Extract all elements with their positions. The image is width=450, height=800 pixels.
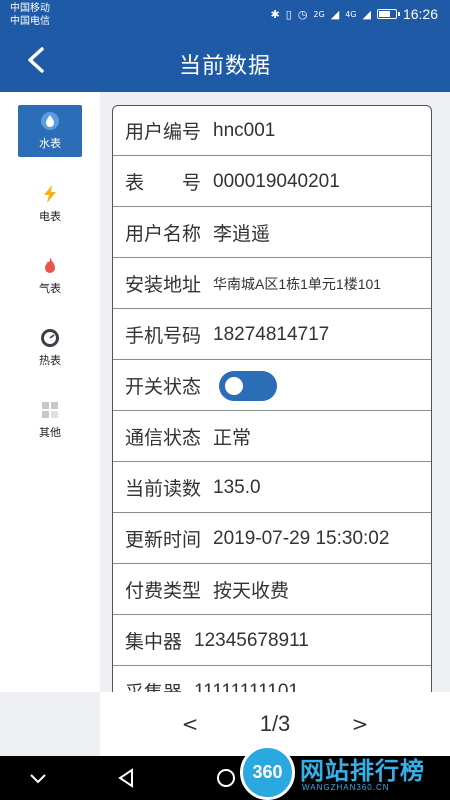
flame-icon	[45, 257, 55, 273]
sidebar-item-electric[interactable]: 电表	[18, 178, 82, 230]
sidebar-item-gas[interactable]: 气表	[18, 250, 82, 302]
row-value: 2019-07-29 15:30:02	[213, 527, 390, 549]
next-page-button[interactable]: >	[330, 712, 390, 736]
sidebar-item-label: 电表	[39, 210, 61, 223]
watermark-subtext: WANGZHAN360.CN	[302, 783, 390, 792]
clock: 16:26	[402, 6, 438, 22]
network-4g-label: 4G	[345, 9, 357, 19]
row-key: 集中器	[125, 631, 183, 653]
row-value: 000019040201	[213, 170, 340, 192]
detail-row: 更新时间 2019-07-29 15:30:02	[113, 514, 431, 564]
row-value: 135.0	[213, 476, 261, 498]
sidebar-item-label: 热表	[39, 354, 61, 367]
carrier-1: 中国移动	[10, 3, 50, 14]
meter-details-card: 用户编号 hnc001 表 号 000019040201 用户名称 李逍遥 安装…	[112, 105, 432, 705]
detail-row: 安装地址 华南城A区1栋1单元1楼101	[113, 259, 431, 309]
row-key: 手机号码	[125, 325, 202, 347]
lightning-icon	[44, 185, 56, 203]
status-icons: ✱ ▯ ◷ 2G ◢ 4G ◢ 16:26	[271, 6, 438, 22]
detail-row: 当前读数 135.0	[113, 463, 431, 513]
sidebar-item-label: 其他	[39, 426, 61, 439]
row-key: 表 号	[125, 172, 202, 194]
page-indicator: 1/3	[259, 711, 291, 736]
gauge-icon	[41, 329, 59, 347]
row-value: 华南城A区1栋1单元1楼101	[213, 275, 382, 292]
sidebar: 水表 电表 气表 热表 其他	[0, 92, 100, 692]
detail-row: 用户名称 李逍遥	[113, 208, 431, 258]
status-bar: 中国移动 中国电信 ✱ ▯ ◷ 2G ◢ 4G ◢ 16:26	[0, 0, 450, 30]
grid-icon	[42, 402, 58, 418]
content-area: 水表 电表 气表 热表 其他 用户编号 hnc001 表 号 000019040…	[0, 92, 450, 705]
row-value: 按天收费	[213, 581, 290, 602]
row-key: 付费类型	[125, 580, 202, 602]
nav-home-button[interactable]	[212, 764, 240, 792]
bluetooth-icon: ✱	[270, 7, 280, 21]
battery-icon	[376, 9, 400, 19]
row-value: 正常	[213, 428, 252, 449]
detail-row: 表 号 000019040201	[113, 157, 431, 207]
row-key: 通信状态	[125, 427, 202, 449]
sidebar-item-label: 气表	[39, 282, 61, 295]
signal-icon: ◢	[330, 7, 340, 21]
alarm-icon: ◷	[297, 7, 308, 21]
row-key: 当前读数	[125, 478, 202, 500]
carrier-info: 中国移动 中国电信	[10, 2, 50, 28]
chevron-down-icon	[30, 774, 46, 784]
sidebar-item-other[interactable]: 其他	[18, 394, 82, 446]
detail-row: 用户编号 hnc001	[113, 106, 431, 156]
watermark-text: 网站排行榜	[300, 757, 425, 785]
watermark: 360 网站排行榜 WANGZHAN360.CN	[240, 745, 450, 800]
row-value: 李逍遥	[213, 224, 271, 245]
detail-row: 手机号码 18274814717	[113, 310, 431, 360]
signal-icon-2: ◢	[362, 7, 371, 21]
switch-status-toggle[interactable]	[219, 370, 278, 401]
row-key: 开关状态	[125, 376, 202, 398]
carrier-2: 中国电信	[10, 16, 50, 27]
nav-down-button[interactable]	[24, 764, 52, 792]
row-key: 用户编号	[125, 121, 202, 143]
detail-row: 集中器 12345678911	[113, 616, 431, 666]
nav-back-button[interactable]	[112, 764, 140, 792]
sidebar-item-label: 水表	[39, 137, 61, 150]
row-value: 18274814717	[213, 323, 330, 345]
triangle-back-icon	[118, 768, 133, 788]
row-key: 用户名称	[125, 223, 202, 245]
vibrate-icon: ▯	[285, 7, 292, 21]
network-2g-label: 2G	[313, 9, 325, 19]
water-drop-icon	[41, 112, 59, 130]
sidebar-item-water[interactable]: 水表	[18, 105, 82, 157]
row-value: hnc001	[213, 119, 276, 141]
prev-page-button[interactable]: <	[160, 712, 220, 736]
toggle-knob	[222, 373, 247, 398]
page-title: 当前数据	[178, 54, 271, 79]
app-bar: 当前数据	[0, 30, 450, 92]
sidebar-item-heat[interactable]: 热表	[18, 322, 82, 374]
watermark-badge: 360	[240, 745, 295, 800]
row-key: 安装地址	[125, 274, 202, 296]
row-key: 更新时间	[125, 529, 202, 551]
detail-row: 付费类型 按天收费	[113, 565, 431, 615]
detail-row: 开关状态	[113, 361, 431, 411]
row-value: 12345678911	[194, 629, 309, 651]
circle-home-icon	[217, 769, 235, 787]
detail-row: 通信状态 正常	[113, 412, 431, 462]
